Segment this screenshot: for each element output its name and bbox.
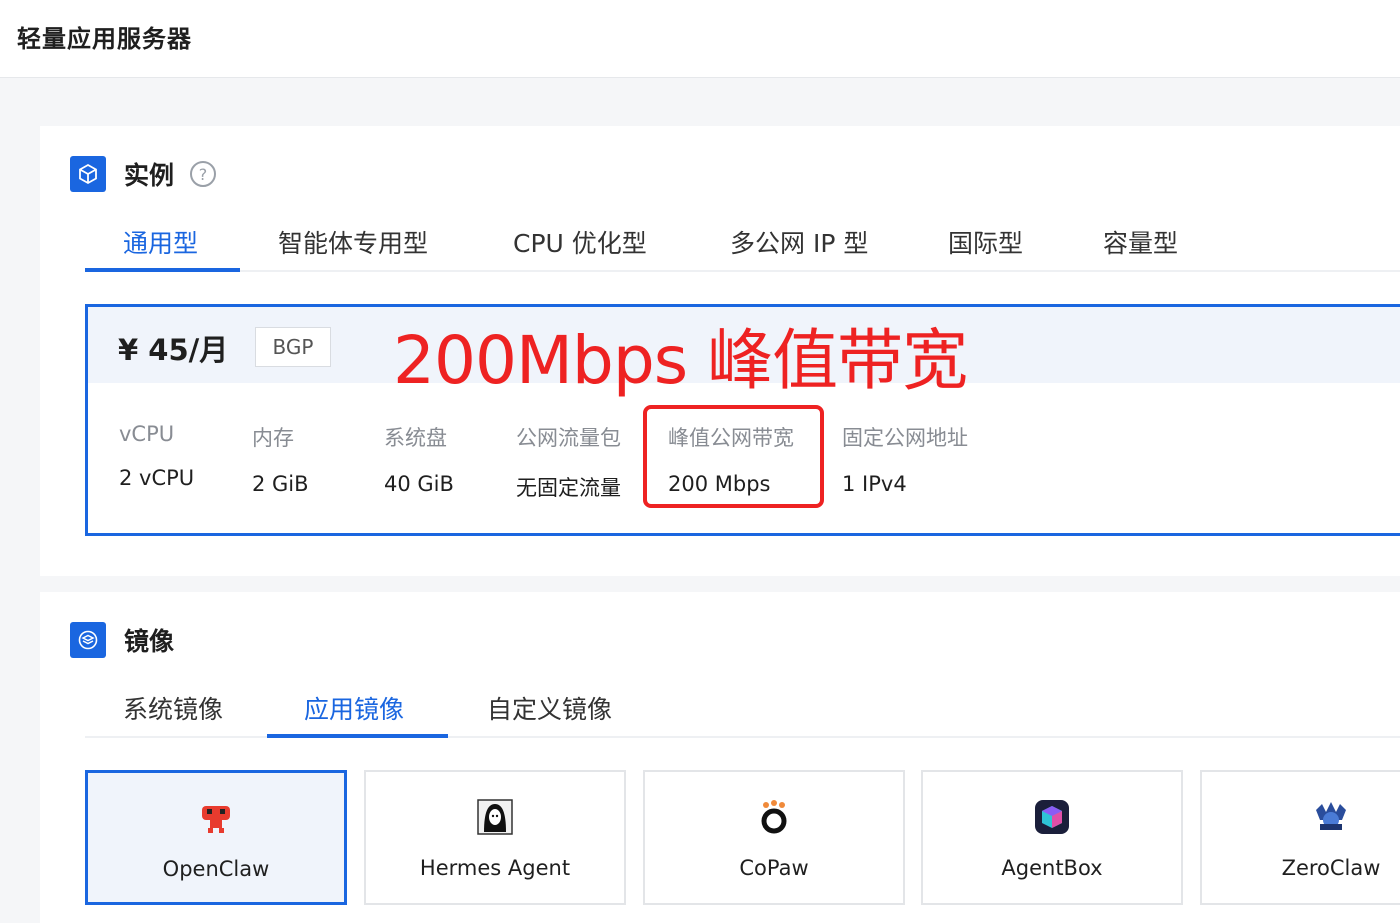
spec-value: 无固定流量 <box>516 476 621 500</box>
spec-label: 固定公网地址 <box>842 426 968 450</box>
spec-memory: 内存 2 GiB <box>252 422 309 496</box>
image-tile-openclaw[interactable]: OpenClaw <box>85 770 347 905</box>
instance-section-header: 实例 ? <box>70 156 217 192</box>
hermes-agent-logo-icon <box>476 798 514 836</box>
question-circle-icon[interactable]: ? <box>190 161 217 187</box>
tab-general[interactable]: 通用型 <box>123 224 198 274</box>
spec-vcpu: vCPU 2 vCPU <box>119 422 194 490</box>
bandwidth-highlight-box <box>643 405 824 508</box>
tab-custom-image[interactable]: 自定义镜像 <box>487 690 612 740</box>
tab-international[interactable]: 国际型 <box>948 224 1023 274</box>
image-tile-label: AgentBox <box>1001 856 1103 880</box>
bandwidth-annotation: 200Mbps 峰值带宽 <box>393 322 968 399</box>
top-bar: 轻量应用服务器 <box>0 0 1400 78</box>
spec-traffic-package: 公网流量包 无固定流量 <box>516 422 621 502</box>
active-tab-indicator <box>267 734 448 738</box>
bgp-badge: BGP <box>255 327 331 367</box>
image-tile-copaw[interactable]: CoPaw <box>643 770 905 905</box>
instance-section: 实例 ? 通用型 智能体专用型 CPU 优化型 多公网 IP 型 国际型 容量型… <box>40 126 1400 576</box>
image-tile-hermes-agent[interactable]: Hermes Agent <box>364 770 626 905</box>
agentbox-logo-icon <box>1033 798 1071 836</box>
spec-value: 1 IPv4 <box>842 472 907 496</box>
spec-value: 2 GiB <box>252 472 309 496</box>
spec-label: 公网流量包 <box>516 426 621 450</box>
tab-capacity[interactable]: 容量型 <box>1103 224 1178 274</box>
plan-price: ¥ 45/月 <box>118 333 229 367</box>
cube-icon <box>70 156 106 192</box>
tab-cpu-optimized[interactable]: CPU 优化型 <box>513 224 647 274</box>
instance-type-tabs: 通用型 智能体专用型 CPU 优化型 多公网 IP 型 国际型 容量型 <box>85 222 1400 272</box>
image-tile-zeroclaw[interactable]: ZeroClaw <box>1200 770 1400 905</box>
plan-card[interactable]: ¥ 45/月 BGP 200Mbps 峰值带宽 vCPU 2 vCPU 内存 2… <box>85 304 1400 536</box>
image-tile-label: OpenClaw <box>162 857 270 881</box>
image-tile-label: CoPaw <box>739 856 809 880</box>
spec-label: vCPU <box>119 422 175 446</box>
instance-section-title: 实例 <box>124 161 175 190</box>
zeroclaw-logo-icon <box>1312 798 1350 836</box>
spec-fixed-ip: 固定公网地址 1 IPv4 <box>842 422 968 496</box>
openclaw-logo-icon <box>197 799 235 837</box>
page-title: 轻量应用服务器 <box>17 25 192 53</box>
image-section-header: 镜像 <box>70 622 174 658</box>
copaw-logo-icon <box>755 798 793 836</box>
tab-app-image[interactable]: 应用镜像 <box>304 690 404 740</box>
tab-multi-public-ip[interactable]: 多公网 IP 型 <box>730 224 868 274</box>
image-section-title: 镜像 <box>124 627 175 656</box>
image-tile-label: ZeroClaw <box>1281 856 1381 880</box>
spec-label: 内存 <box>252 426 294 450</box>
tab-system-image[interactable]: 系统镜像 <box>123 690 223 740</box>
image-type-tabs: 系统镜像 应用镜像 自定义镜像 <box>85 688 1400 738</box>
image-tile-label: Hermes Agent <box>419 856 571 880</box>
spec-label: 系统盘 <box>384 426 447 450</box>
spec-value: 40 GiB <box>384 472 454 496</box>
tab-agent-dedicated[interactable]: 智能体专用型 <box>278 224 428 274</box>
image-section: 镜像 系统镜像 应用镜像 自定义镜像 OpenClaw Hermes Agent… <box>40 592 1400 923</box>
image-tile-agentbox[interactable]: AgentBox <box>921 770 1183 905</box>
layers-icon <box>70 622 106 658</box>
active-tab-indicator <box>85 268 240 272</box>
spec-system-disk: 系统盘 40 GiB <box>384 422 454 496</box>
spec-value: 2 vCPU <box>119 466 195 490</box>
